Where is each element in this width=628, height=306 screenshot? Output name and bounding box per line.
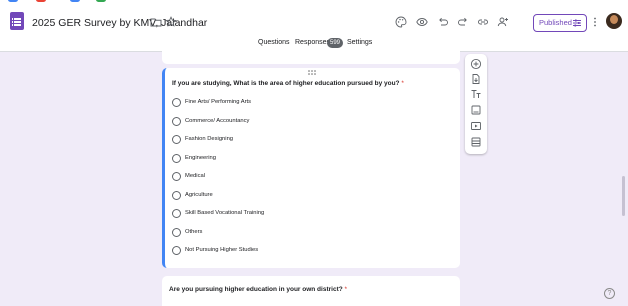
- bookmark-dot: [8, 0, 18, 2]
- option-label: Medical: [185, 173, 205, 179]
- bookmark-dot: [96, 0, 106, 2]
- radio-button[interactable]: [172, 190, 181, 200]
- undo-icon[interactable]: [437, 16, 449, 28]
- publish-settings-icon: [573, 19, 581, 27]
- more-vert-icon[interactable]: [592, 16, 598, 28]
- option-label: Agriculture: [185, 191, 213, 198]
- question-title[interactable]: If you are studying, What is the area of…: [172, 80, 404, 87]
- radio-button[interactable]: [172, 172, 181, 181]
- move-to-folder-icon[interactable]: [150, 16, 162, 28]
- add-video-icon[interactable]: [470, 120, 482, 132]
- option-label: Fashion Designing: [185, 136, 234, 142]
- question-title[interactable]: Are you pursuing higher education in you…: [169, 286, 347, 293]
- tab-questions[interactable]: Questions: [258, 39, 290, 46]
- add-collaborator-icon[interactable]: [497, 16, 509, 28]
- option-label: Commerce/ Accountancy: [185, 117, 250, 124]
- avatar[interactable]: [606, 13, 622, 29]
- drag-handle-icon[interactable]: [308, 70, 318, 75]
- app-bar: 2025 GER Survey by KMV, Jalandhar Publis…: [0, 6, 628, 38]
- radio-button[interactable]: [172, 98, 181, 107]
- question-card[interactable]: If you are studying, What is the area of…: [162, 68, 460, 268]
- add-title-icon[interactable]: [470, 88, 482, 100]
- responses-count-badge: 599: [327, 38, 344, 48]
- required-asterisk: *: [401, 80, 404, 87]
- bookmark-dot: [36, 0, 46, 2]
- option-label: Fine Arts/ Performing Arts: [185, 99, 252, 105]
- published-label: Published: [539, 18, 572, 27]
- forms-logo-icon[interactable]: [10, 12, 24, 30]
- link-icon[interactable]: [477, 16, 489, 28]
- page-scrollbar[interactable]: [622, 176, 625, 216]
- redo-icon[interactable]: [457, 16, 469, 28]
- bookmark-dot: [70, 0, 80, 2]
- required-asterisk: *: [344, 286, 348, 293]
- add-image-icon[interactable]: [470, 104, 482, 116]
- add-question-icon[interactable]: [470, 58, 482, 70]
- question-title-text: If you are studying, What is the area of…: [172, 80, 400, 87]
- side-toolbar: [465, 54, 487, 154]
- previous-question-card[interactable]: [162, 48, 460, 64]
- radio-button[interactable]: [172, 246, 181, 255]
- option-label: Others: [185, 228, 203, 235]
- published-button[interactable]: Published: [533, 14, 587, 32]
- question-title-text: Are you pursuing higher education in you…: [169, 286, 343, 293]
- radio-button[interactable]: [172, 209, 181, 218]
- tab-settings[interactable]: Settings: [347, 39, 372, 46]
- option-label: Skill Based Vocational Training: [185, 210, 265, 216]
- document-title[interactable]: 2025 GER Survey by KMV, Jalandhar: [32, 17, 207, 29]
- next-question-card[interactable]: Are you pursuing higher education in you…: [162, 276, 460, 306]
- option-label: Engineering: [185, 154, 216, 161]
- tab-responses[interactable]: Responses: [295, 39, 330, 46]
- radio-button[interactable]: [172, 116, 181, 126]
- radio-button[interactable]: [172, 227, 181, 237]
- star-icon[interactable]: [165, 16, 177, 28]
- help-icon[interactable]: ?: [604, 288, 615, 299]
- palette-icon[interactable]: [395, 16, 407, 28]
- import-questions-icon[interactable]: [470, 73, 482, 85]
- add-section-icon[interactable]: [470, 136, 482, 148]
- radio-button[interactable]: [172, 135, 181, 144]
- option-label: Not Pursuing Higher Studies: [185, 247, 259, 253]
- radio-button[interactable]: [172, 153, 181, 163]
- preview-eye-icon[interactable]: [416, 16, 428, 28]
